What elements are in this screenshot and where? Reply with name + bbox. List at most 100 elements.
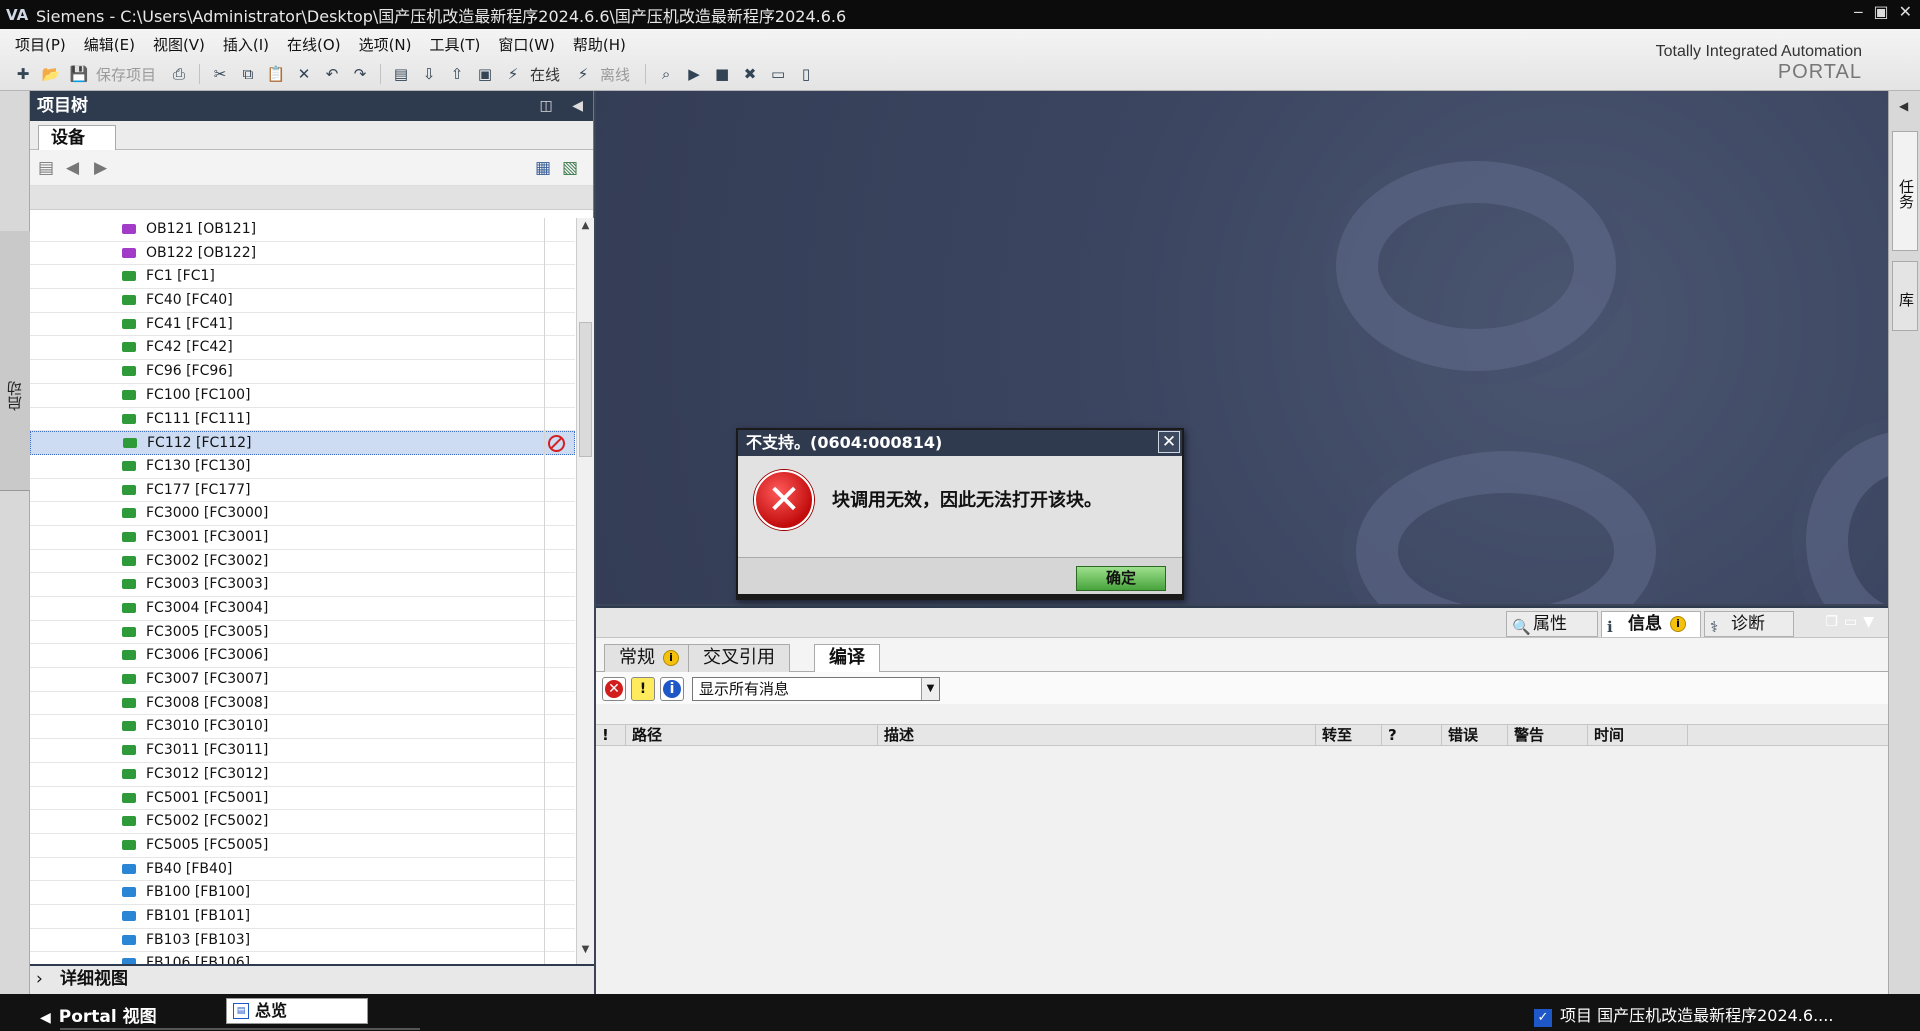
tree-item[interactable]: FC111 [FC111] — [30, 408, 575, 432]
tree-item[interactable]: FC3011 [FC3011] — [30, 739, 575, 763]
tree-item[interactable]: FC42 [FC42] — [30, 336, 575, 361]
tree-item[interactable]: FC3005 [FC3005] — [30, 621, 575, 645]
tree-item[interactable]: FC96 [FC96] — [30, 360, 575, 384]
tree-item[interactable]: FB101 [FB101] — [30, 905, 575, 929]
tree-item[interactable]: FC3002 [FC3002] — [30, 550, 575, 574]
add-new-icon[interactable]: ▤ — [38, 158, 54, 178]
split-vertical-icon[interactable]: ▯ — [795, 63, 817, 85]
stop-cpu-icon[interactable]: ■ — [711, 63, 733, 85]
col-status[interactable]: ! — [596, 725, 626, 745]
tree-item[interactable]: FB100 [FB100] — [30, 881, 575, 905]
collapse-left-icon[interactable]: ◀ — [572, 98, 583, 114]
col-goto[interactable]: 转至 — [1316, 725, 1382, 745]
go-online-icon[interactable]: ⚡ — [502, 63, 524, 85]
close-icon[interactable]: ✕ — [1899, 2, 1912, 21]
tree-item[interactable]: FC41 [FC41] — [30, 313, 575, 337]
tree-item[interactable]: FC177 [FC177] — [30, 479, 575, 503]
tree-item[interactable]: FC3012 [FC3012] — [30, 763, 575, 787]
tree-item[interactable]: FC40 [FC40] — [30, 289, 575, 313]
scroll-down-icon[interactable]: ▼ — [577, 944, 594, 962]
restore-icon[interactable]: ▣ — [1873, 2, 1888, 21]
chevron-down-icon[interactable]: ▼ — [921, 678, 939, 700]
menu-project[interactable]: 项目(P) — [6, 35, 75, 55]
open-project-icon[interactable]: 📂 — [40, 63, 62, 85]
message-filter-select[interactable]: 显示所有消息 ▼ — [692, 677, 940, 701]
float-icon[interactable]: ❐ — [1825, 614, 1844, 630]
tree-item[interactable]: FB40 [FB40] — [30, 858, 575, 882]
tree-item[interactable]: FC3003 [FC3003] — [30, 573, 575, 597]
filter-errors-button[interactable]: ✕ — [602, 677, 626, 701]
col-help[interactable]: ? — [1382, 725, 1442, 745]
tree-item[interactable]: FC3010 [FC3010] — [30, 715, 575, 740]
tree-item[interactable]: FC3004 [FC3004] — [30, 597, 575, 621]
save-project-button[interactable]: 保存项目 — [96, 64, 156, 85]
start-tab[interactable]: 启动 — [0, 231, 30, 491]
tree-item[interactable]: FB106 [FB106] — [30, 952, 575, 964]
download-icon[interactable]: ⇩ — [418, 63, 440, 85]
menu-view[interactable]: 视图(V) — [144, 35, 214, 55]
inspector-window-controls[interactable]: ❐▭▼ — [1825, 614, 1880, 630]
menu-options[interactable]: 选项(N) — [350, 35, 421, 55]
col-errors[interactable]: 错误 — [1442, 725, 1508, 745]
redo-icon[interactable]: ↷ — [349, 63, 371, 85]
dialog-close-button[interactable]: ✕ — [1158, 431, 1180, 453]
maximize-icon[interactable]: ▭ — [1844, 614, 1863, 630]
back-icon[interactable]: ◀ — [66, 158, 79, 178]
accessible-devices-icon[interactable]: ⌕ — [655, 63, 677, 85]
col-warnings[interactable]: 警告 — [1508, 725, 1588, 745]
new-project-icon[interactable]: ✚ — [12, 63, 34, 85]
tab-devices[interactable]: 设备 — [38, 125, 116, 151]
tree-item[interactable]: FC3001 [FC3001] — [30, 526, 575, 550]
show-hide-icon[interactable]: ▧ — [562, 158, 578, 178]
tree-item[interactable]: FC1 [FC1] — [30, 265, 575, 290]
minimize-icon[interactable]: ‒ — [1853, 2, 1863, 21]
menu-window[interactable]: 窗口(W) — [489, 35, 564, 55]
tree-item[interactable]: FC3008 [FC3008] — [30, 692, 575, 716]
paste-icon[interactable]: 📋 — [265, 63, 287, 85]
scroll-up-icon[interactable]: ▲ — [577, 220, 594, 238]
filter-info-button[interactable]: i — [660, 677, 684, 701]
upload-icon[interactable]: ⇧ — [446, 63, 468, 85]
tree-scrollbar[interactable]: ▲ ▼ — [576, 218, 594, 964]
go-offline-button[interactable]: 离线 — [600, 64, 630, 85]
libraries-tab[interactable]: 库 — [1892, 261, 1918, 331]
menu-insert[interactable]: 插入(I) — [214, 35, 278, 55]
go-offline-icon[interactable]: ⚡ — [572, 63, 594, 85]
tree-item[interactable]: FC5001 [FC5001] — [30, 787, 575, 811]
tab-diagnostics[interactable]: ⚕ 诊断 — [1704, 611, 1794, 637]
split-horizontal-icon[interactable]: ▭ — [767, 63, 789, 85]
tree-item[interactable]: FC3007 [FC3007] — [30, 668, 575, 692]
ok-button[interactable]: 确定 — [1076, 566, 1166, 591]
tree-item[interactable]: FC3006 [FC3006] — [30, 644, 575, 669]
print-icon[interactable]: ⎙ — [168, 63, 190, 85]
subtab-cross-reference[interactable]: 交叉引用 — [688, 644, 790, 672]
col-path[interactable]: 路径 — [626, 725, 878, 745]
start-cpu-icon[interactable]: ▶ — [683, 63, 705, 85]
overview-list-icon[interactable]: ▦ — [535, 158, 551, 178]
cross-reference-icon[interactable]: ✖ — [739, 63, 761, 85]
tree-item[interactable]: OB122 [OB122] — [30, 242, 575, 266]
filter-warnings-button[interactable]: ! — [631, 677, 655, 701]
chevron-down-icon[interactable]: ▼ — [1863, 614, 1880, 630]
subtab-general[interactable]: 常规 i — [604, 644, 694, 672]
menu-help[interactable]: 帮助(H) — [564, 35, 635, 55]
simulation-icon[interactable]: ▣ — [474, 63, 496, 85]
go-online-button[interactable]: 在线 — [530, 64, 560, 85]
compile-icon[interactable]: ▤ — [390, 63, 412, 85]
tree-item[interactable]: FC5005 [FC5005] — [30, 834, 575, 858]
col-time[interactable]: 时间 — [1588, 725, 1688, 745]
subtab-compile[interactable]: 编译 — [814, 644, 880, 673]
expand-left-icon[interactable]: ◀ — [1899, 99, 1908, 113]
tree-item[interactable]: FC100 [FC100] — [30, 384, 575, 408]
tree-item[interactable]: FC5002 [FC5002] — [30, 810, 575, 834]
split-panel-icon[interactable]: ◫ — [539, 98, 552, 114]
menu-tools[interactable]: 工具(T) — [421, 35, 490, 55]
menu-online[interactable]: 在线(O) — [278, 35, 350, 55]
save-icon[interactable]: 💾 — [68, 63, 90, 85]
tab-properties[interactable]: 🔍 属性 — [1506, 611, 1598, 637]
delete-icon[interactable]: ✕ — [293, 63, 315, 85]
tasks-tab[interactable]: 任务 — [1892, 131, 1918, 251]
forward-icon[interactable]: ▶ — [94, 158, 107, 178]
copy-icon[interactable]: ⧉ — [237, 63, 259, 85]
portal-view-button[interactable]: ◀ Portal 视图 — [40, 1002, 157, 1027]
